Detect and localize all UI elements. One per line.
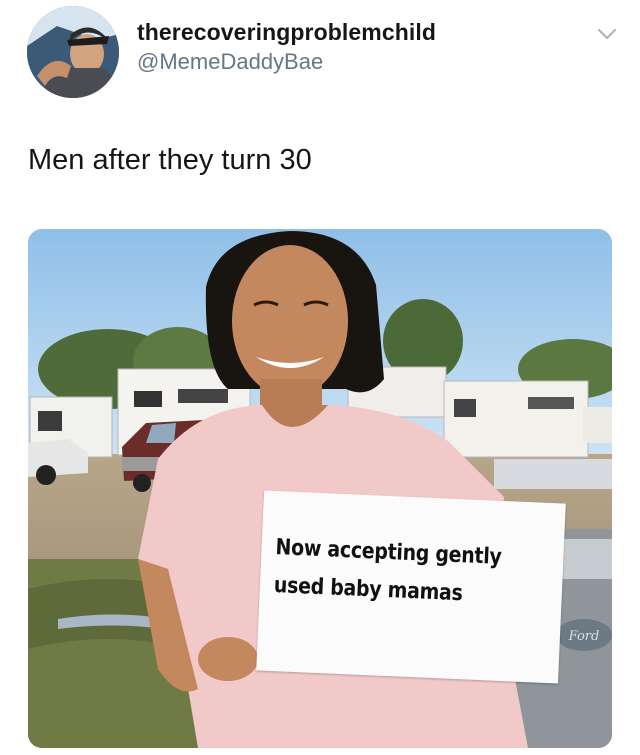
user-handle[interactable]: @MemeDaddyBae bbox=[137, 48, 436, 76]
avatar[interactable] bbox=[27, 6, 119, 98]
tweet-text: Men after they turn 30 bbox=[28, 144, 312, 176]
avatar-photo bbox=[27, 6, 119, 98]
meme-sign: Now accepting gently used baby mamas bbox=[256, 490, 566, 684]
chevron-down-icon[interactable] bbox=[596, 26, 618, 42]
ford-emblem-text: Ford bbox=[568, 629, 600, 644]
display-name[interactable]: therecoveringproblemchild bbox=[137, 18, 436, 46]
tweet-media-image[interactable]: Ford Now accepting gently used baby mama… bbox=[28, 229, 612, 748]
tweet-header: therecoveringproblemchild @MemeDaddyBae bbox=[0, 0, 640, 110]
sign-text: Now accepting gently used baby mamas bbox=[273, 529, 525, 616]
user-info: therecoveringproblemchild @MemeDaddyBae bbox=[137, 18, 436, 76]
